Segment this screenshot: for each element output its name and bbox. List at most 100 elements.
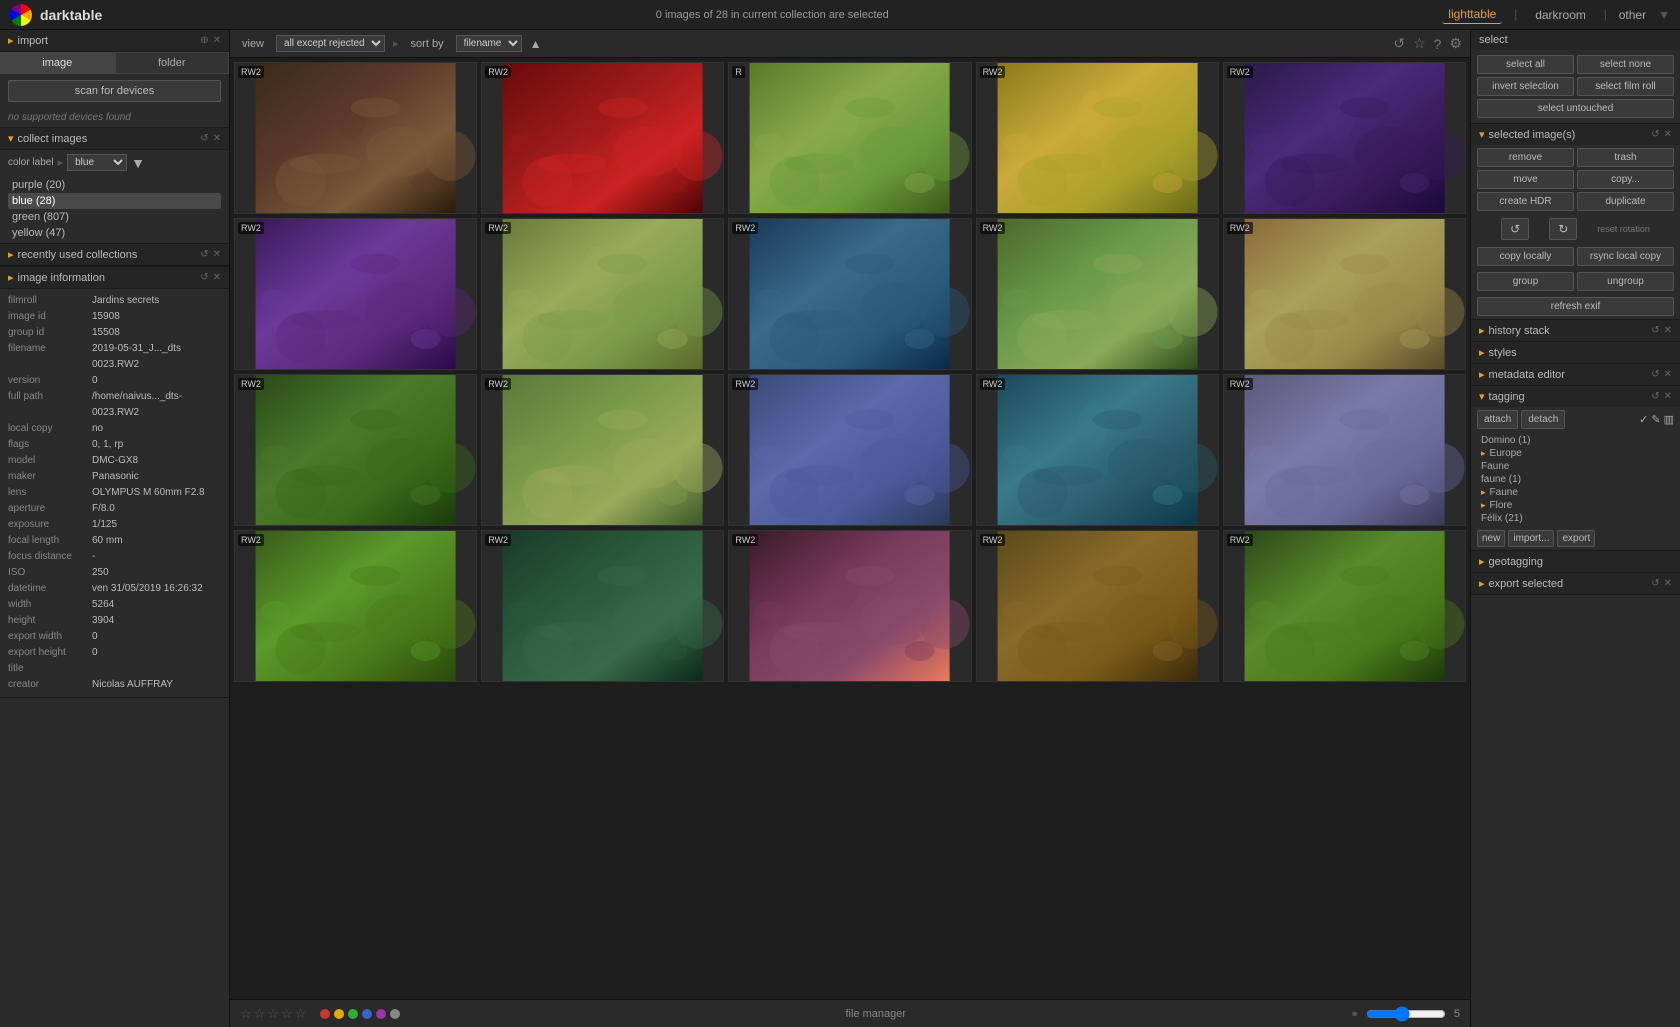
select-all-button[interactable]: select all — [1477, 55, 1574, 74]
ungroup-button[interactable]: ungroup — [1577, 272, 1674, 291]
scan-devices-button[interactable]: scan for devices — [8, 80, 221, 102]
image-cell-2[interactable]: R — [728, 62, 971, 214]
collect-section-header[interactable]: ▾ collect images ↺ ✕ — [0, 128, 229, 150]
image-cell-4[interactable]: RW2 — [1223, 62, 1466, 214]
color-item-yellow[interactable]: yellow (47) — [8, 225, 221, 241]
geotagging-header[interactable]: ▸ geotagging — [1471, 551, 1680, 572]
metadata-icon2[interactable]: ✕ — [1664, 369, 1672, 380]
image-cell-6[interactable]: RW2 — [481, 218, 724, 370]
image-cell-5[interactable]: RW2 — [234, 218, 477, 370]
detach-button[interactable]: detach — [1521, 410, 1565, 429]
star-4[interactable]: ☆ — [281, 1006, 293, 1022]
rotate-ccw-button[interactable]: ↺ — [1501, 218, 1529, 240]
image-cell-11[interactable]: RW2 — [481, 374, 724, 526]
mode-darkroom[interactable]: darkroom — [1529, 6, 1592, 24]
import-section-header[interactable]: ▸ import ⊕ ✕ — [0, 30, 229, 52]
image-cell-12[interactable]: RW2 — [728, 374, 971, 526]
trash-button[interactable]: trash — [1577, 148, 1674, 167]
tag-item-faune2[interactable]: faune (1) — [1477, 473, 1674, 486]
sort-asc-icon[interactable]: ▲ — [530, 37, 542, 51]
metadata-icon1[interactable]: ↺ — [1651, 369, 1659, 380]
export-tag-button[interactable]: export — [1557, 530, 1595, 547]
import-icon2[interactable]: ✕ — [213, 35, 221, 46]
image-info-icon1[interactable]: ↺ — [200, 272, 208, 283]
recently-icon1[interactable]: ↺ — [200, 249, 208, 260]
mode-other[interactable]: other — [1619, 8, 1646, 22]
dot-blue[interactable] — [362, 1009, 372, 1019]
create-hdr-button[interactable]: create HDR — [1477, 192, 1574, 211]
refresh-exif-button[interactable]: refresh exif — [1477, 297, 1674, 316]
zoom-out-icon[interactable]: ● — [1351, 1008, 1358, 1020]
tag-item-europe[interactable]: ▸ Europe — [1477, 447, 1674, 460]
history-icon1[interactable]: ↺ — [1651, 325, 1659, 336]
image-cell-19[interactable]: RW2 — [1223, 530, 1466, 682]
dot-gray[interactable] — [390, 1009, 400, 1019]
mode-lighttable[interactable]: lighttable — [1442, 5, 1502, 24]
new-tag-button[interactable]: new — [1477, 530, 1505, 547]
refresh-icon[interactable]: ↺ — [1393, 35, 1405, 52]
select-untouched-button[interactable]: select untouched — [1477, 99, 1674, 118]
selected-icon2[interactable]: ✕ — [1664, 129, 1672, 140]
image-cell-18[interactable]: RW2 — [976, 530, 1219, 682]
color-filter-select[interactable]: blue — [67, 154, 127, 171]
star-3[interactable]: ☆ — [267, 1006, 279, 1022]
image-cell-1[interactable]: RW2 — [481, 62, 724, 214]
image-info-icon2[interactable]: ✕ — [213, 272, 221, 283]
dot-yellow[interactable] — [334, 1009, 344, 1019]
tag-item-faune3[interactable]: ▸ Faune — [1477, 486, 1674, 499]
move-button[interactable]: move — [1477, 170, 1574, 189]
zoom-slider[interactable] — [1366, 1006, 1446, 1022]
duplicate-button[interactable]: duplicate — [1577, 192, 1674, 211]
star-5[interactable]: ☆ — [295, 1006, 307, 1022]
remove-button[interactable]: remove — [1477, 148, 1574, 167]
tag-item-faune1[interactable]: Faune — [1477, 460, 1674, 473]
folder-tab[interactable]: folder — [115, 52, 230, 74]
color-item-purple[interactable]: purple (20) — [8, 177, 221, 193]
tag-item-domino[interactable]: Domino (1) — [1477, 434, 1674, 447]
star-icon[interactable]: ☆ — [1413, 35, 1426, 52]
export-icon1[interactable]: ↺ — [1651, 578, 1659, 589]
metadata-header[interactable]: ▸ metadata editor ↺ ✕ — [1471, 364, 1680, 385]
image-cell-13[interactable]: RW2 — [976, 374, 1219, 526]
help-icon[interactable]: ? — [1434, 36, 1442, 52]
export-header[interactable]: ▸ export selected ↺ ✕ — [1471, 573, 1680, 594]
image-cell-3[interactable]: RW2 — [976, 62, 1219, 214]
image-cell-15[interactable]: RW2 — [234, 530, 477, 682]
image-cell-16[interactable]: RW2 — [481, 530, 724, 682]
select-none-button[interactable]: select none — [1577, 55, 1674, 74]
image-cell-17[interactable]: RW2 — [728, 530, 971, 682]
dot-purple[interactable] — [376, 1009, 386, 1019]
select-section-header[interactable]: select — [1471, 30, 1680, 50]
star-2[interactable]: ☆ — [254, 1006, 266, 1022]
file-manager-label[interactable]: file manager — [845, 1008, 906, 1020]
select-film-roll-button[interactable]: select film roll — [1577, 77, 1674, 96]
history-stack-header[interactable]: ▸ history stack ↺ ✕ — [1471, 320, 1680, 341]
tag-panel-icon[interactable]: ▥ — [1664, 413, 1674, 426]
tag-check-icon[interactable]: ✓ — [1639, 413, 1648, 426]
recently-icon2[interactable]: ✕ — [213, 249, 221, 260]
export-icon2[interactable]: ✕ — [1664, 578, 1672, 589]
image-cell-7[interactable]: RW2 — [728, 218, 971, 370]
styles-header[interactable]: ▸ styles — [1471, 342, 1680, 363]
color-item-green[interactable]: green (807) — [8, 209, 221, 225]
rsync-button[interactable]: rsync local copy — [1577, 247, 1674, 266]
star-1[interactable]: ☆ — [240, 1006, 252, 1022]
invert-selection-button[interactable]: invert selection — [1477, 77, 1574, 96]
image-info-header[interactable]: ▸ image information ↺ ✕ — [0, 267, 229, 289]
import-tag-button[interactable]: import... — [1508, 530, 1554, 547]
copy-button[interactable]: copy... — [1577, 170, 1674, 189]
tag-item-felix[interactable]: Félix (21) — [1477, 512, 1674, 525]
recently-section-header[interactable]: ▸ recently used collections ↺ ✕ — [0, 244, 229, 266]
image-cell-0[interactable]: RW2 — [234, 62, 477, 214]
dot-red[interactable] — [320, 1009, 330, 1019]
selected-images-header[interactable]: ▾ selected image(s) ↺ ✕ — [1471, 124, 1680, 145]
dot-green[interactable] — [348, 1009, 358, 1019]
tag-item-flore[interactable]: ▸ Flore — [1477, 499, 1674, 512]
mode-arrow[interactable]: ▼ — [1658, 8, 1670, 22]
image-cell-8[interactable]: RW2 — [976, 218, 1219, 370]
image-cell-10[interactable]: RW2 — [234, 374, 477, 526]
sort-field-select[interactable]: filename — [456, 35, 522, 52]
attach-button[interactable]: attach — [1477, 410, 1518, 429]
image-tab[interactable]: image — [0, 52, 115, 74]
collect-icon2[interactable]: ✕ — [213, 133, 221, 144]
